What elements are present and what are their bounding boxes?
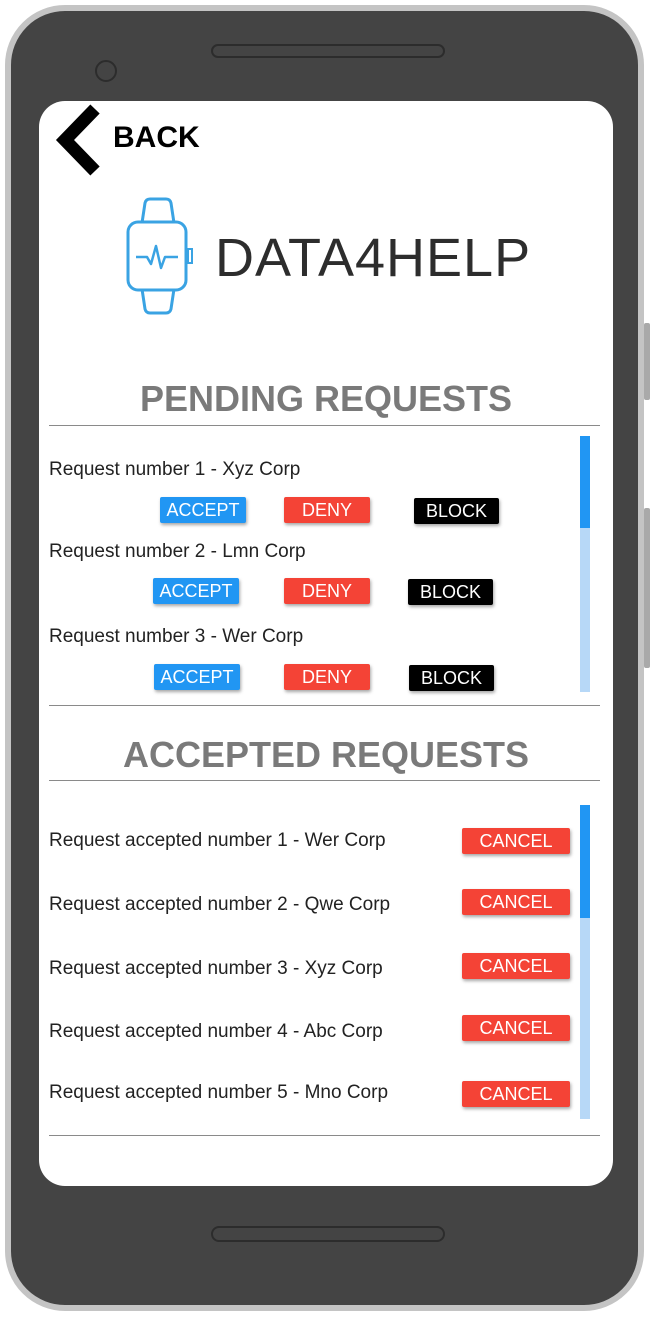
cancel-button[interactable]: CANCEL bbox=[462, 953, 570, 979]
divider bbox=[49, 705, 600, 706]
phone-camera bbox=[95, 60, 117, 82]
deny-button[interactable]: DENY bbox=[284, 497, 370, 523]
block-button[interactable]: BLOCK bbox=[414, 498, 499, 524]
pending-request-label: Request number 2 - Lmn Corp bbox=[49, 541, 306, 562]
block-button[interactable]: BLOCK bbox=[409, 665, 494, 691]
pending-scrollbar[interactable] bbox=[580, 436, 590, 692]
cancel-button[interactable]: CANCEL bbox=[462, 889, 570, 915]
pending-request-label: Request number 3 - Wer Corp bbox=[49, 626, 304, 647]
accepted-scrollbar[interactable] bbox=[580, 805, 590, 1119]
accept-button[interactable]: ACCEPT bbox=[153, 578, 239, 604]
deny-button[interactable]: DENY bbox=[284, 578, 370, 604]
app-logo-text: DATA4HELP bbox=[215, 228, 532, 288]
pending-requests-title: PENDING REQUESTS bbox=[139, 378, 513, 419]
divider bbox=[49, 1135, 600, 1136]
phone-side-button bbox=[644, 323, 650, 400]
cancel-button[interactable]: CANCEL bbox=[462, 828, 570, 854]
phone-speaker bbox=[211, 44, 445, 58]
chevron-left-icon bbox=[55, 104, 100, 176]
cancel-button[interactable]: CANCEL bbox=[462, 1081, 570, 1107]
smartwatch-heartbeat-icon bbox=[126, 197, 193, 315]
app-screen: BACK DATA4HELP PENDING REQUESTS Request … bbox=[39, 101, 613, 1186]
accepted-requests-title: ACCEPTED REQUESTS bbox=[122, 734, 530, 775]
block-button[interactable]: BLOCK bbox=[408, 579, 493, 605]
accept-button[interactable]: ACCEPT bbox=[154, 664, 240, 690]
divider bbox=[49, 425, 600, 426]
deny-button[interactable]: DENY bbox=[284, 664, 370, 690]
accepted-request-label: Request accepted number 5 - Mno Corp bbox=[49, 1082, 389, 1103]
back-button[interactable]: BACK bbox=[51, 103, 221, 176]
back-label: BACK bbox=[113, 121, 200, 154]
pending-scrollbar-thumb[interactable] bbox=[580, 436, 590, 528]
accepted-scrollbar-thumb[interactable] bbox=[580, 805, 590, 918]
phone-side-button bbox=[644, 508, 650, 668]
accepted-request-label: Request accepted number 2 - Qwe Corp bbox=[49, 894, 391, 915]
accepted-request-label: Request accepted number 3 - Xyz Corp bbox=[49, 958, 383, 979]
divider bbox=[49, 780, 600, 781]
accepted-request-label: Request accepted number 1 - Wer Corp bbox=[49, 830, 386, 851]
phone-home-bar bbox=[211, 1226, 445, 1242]
accepted-request-label: Request accepted number 4 - Abc Corp bbox=[49, 1021, 383, 1042]
cancel-button[interactable]: CANCEL bbox=[462, 1015, 570, 1041]
pending-request-label: Request number 1 - Xyz Corp bbox=[49, 459, 301, 480]
accept-button[interactable]: ACCEPT bbox=[160, 497, 246, 523]
